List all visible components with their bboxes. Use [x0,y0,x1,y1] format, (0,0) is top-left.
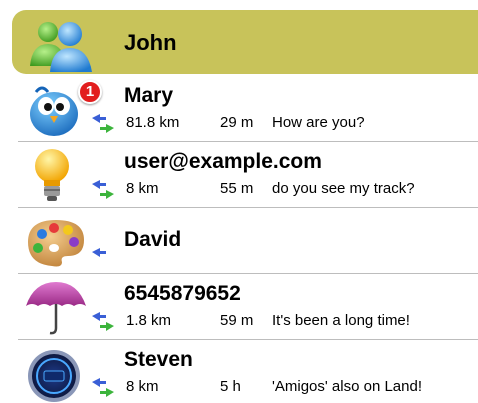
contact-last-message: do you see my track? [272,180,415,197]
contact-row-user-email[interactable]: user@example.com 8 km 55 m do you see my… [0,142,478,208]
sync-arrows-icon [92,312,114,331]
contact-last-seen: 5 h [220,378,241,395]
sync-arrows-icon [92,114,114,133]
contact-last-message: It's been a long time! [272,312,410,329]
current-user-name: John [124,30,177,55]
contact-name: David [124,228,182,251]
contact-name: Mary [124,84,174,107]
contact-last-seen: 59 m [220,312,254,329]
contact-row-david[interactable]: David [0,208,478,274]
contact-row-phone[interactable]: 6545879652 1.8 km 59 m It's been a long … [0,274,478,340]
contact-last-message: 'Amigos' also on Land! [272,378,422,395]
umbrella-icon [26,282,86,335]
current-user-header[interactable]: John [12,10,478,74]
contact-row-mary[interactable]: 1 Mary 81.8 km 29 m How are you? [0,76,478,142]
speedometer-icon [28,350,80,402]
contact-last-seen: 55 m [220,180,254,197]
sync-arrows-icon [92,180,114,199]
contact-last-seen: 29 m [220,114,254,131]
contact-distance: 8 km [126,180,159,197]
contact-name: Steven [124,348,193,371]
unread-count-badge: 1 [78,80,102,104]
contact-last-message: How are you? [272,114,365,131]
sync-arrows-icon [92,378,114,397]
contact-name: user@example.com [124,150,322,173]
contact-row-steven[interactable]: Steven 8 km 5 h 'Amigos' also on Land! [0,340,478,403]
paint-palette-icon [28,220,84,267]
contact-name: 6545879652 [124,282,241,305]
lightbulb-icon [35,149,69,201]
sync-arrows-icon [92,248,106,257]
contacts-group-icon [30,22,92,72]
contact-distance: 8 km [126,378,159,395]
contact-distance: 1.8 km [126,312,172,329]
contact-distance: 81.8 km [126,114,180,131]
